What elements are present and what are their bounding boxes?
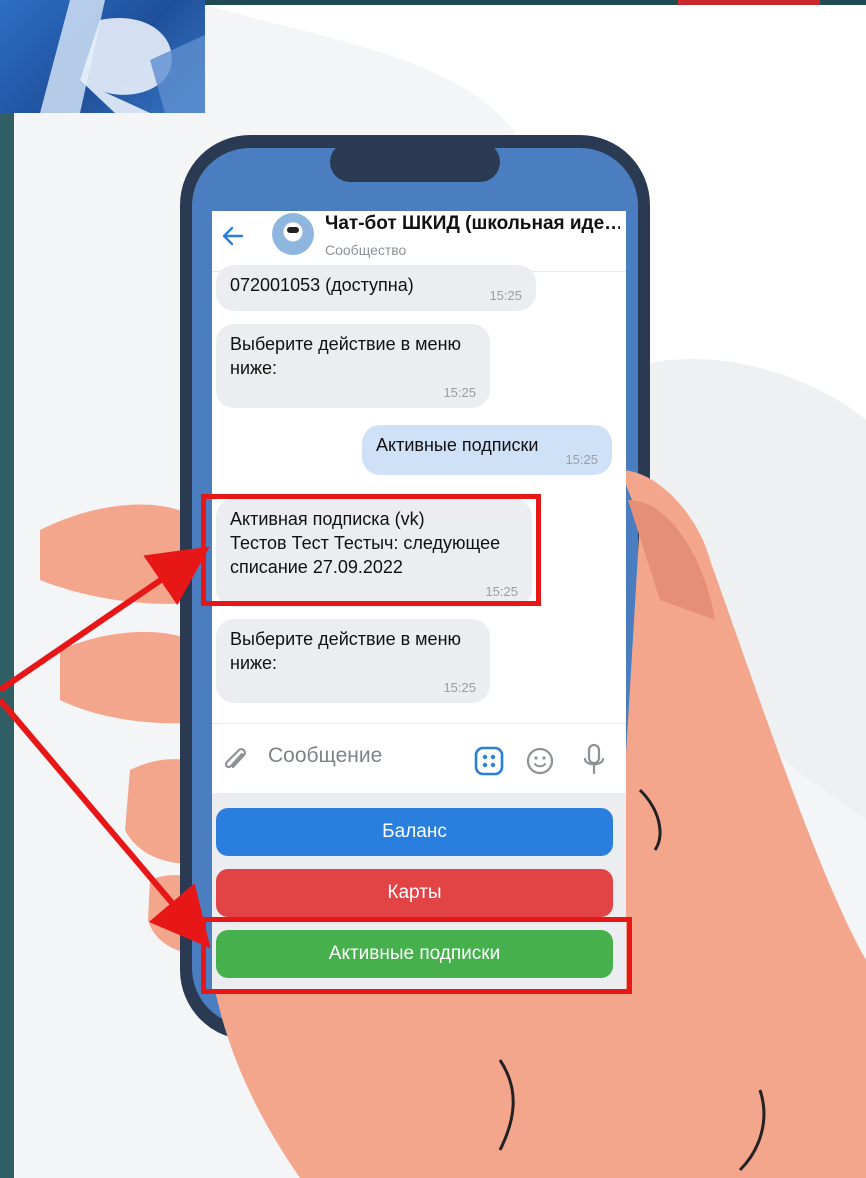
phone-notch: [330, 142, 500, 182]
chat-subtitle: Сообщество: [325, 242, 407, 258]
message-bubble: 072001053 (доступна) 15:25: [216, 265, 536, 311]
message-text: Выберите действие в меню ниже:: [230, 334, 462, 378]
subscription-message-highlight: [201, 494, 541, 606]
balance-button[interactable]: Баланс: [216, 808, 613, 856]
message-composer: Сообщение: [212, 723, 626, 794]
message-time: 15:25: [443, 680, 476, 695]
message-bubble: Выберите действие в меню ниже: 15:25: [216, 324, 490, 408]
message-time: 15:25: [565, 452, 598, 467]
microphone-icon[interactable]: [582, 742, 606, 778]
message-text: 072001053 (доступна): [230, 275, 414, 295]
message-time: 15:25: [443, 385, 476, 400]
robot-avatar-icon[interactable]: [272, 213, 314, 255]
subscriptions-button-highlight: [201, 917, 632, 994]
message-time: 15:25: [489, 288, 522, 303]
message-bubble-outgoing: Активные подписки 15:25: [362, 425, 612, 475]
message-text: Выберите действие в меню ниже:: [230, 629, 462, 673]
cards-button[interactable]: Карты: [216, 869, 613, 917]
smile-icon[interactable]: [525, 746, 555, 776]
message-input[interactable]: Сообщение: [268, 744, 382, 768]
paperclip-icon[interactable]: [222, 744, 250, 776]
message-bubble: Выберите действие в меню ниже: 15:25: [216, 619, 490, 703]
arrow-left-icon[interactable]: [220, 223, 246, 249]
chat-title[interactable]: Чат-бот ШКИД (школьная иде…: [325, 213, 620, 235]
bot-keyboard-icon[interactable]: [474, 746, 504, 776]
chat-header: Чат-бот ШКИД (школьная иде… Сообщество: [212, 211, 626, 272]
